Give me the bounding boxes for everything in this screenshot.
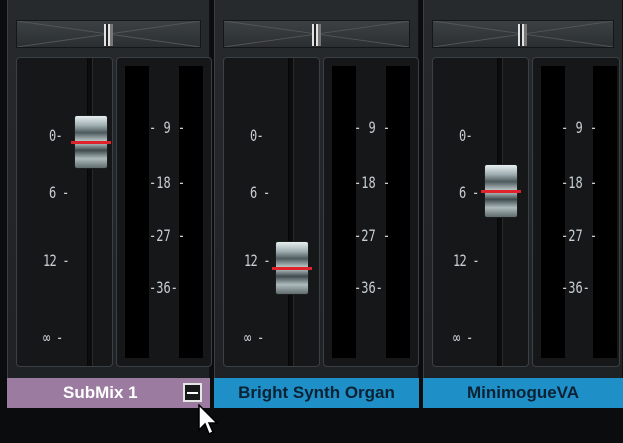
fader-knob[interactable] xyxy=(71,115,111,169)
meter-scale-9: - 9 - xyxy=(561,118,598,137)
fader-knob[interactable] xyxy=(481,164,521,218)
meter-right-channel xyxy=(593,66,617,358)
pan-handle[interactable] xyxy=(103,24,113,46)
fader-track[interactable] xyxy=(87,58,93,366)
channel-strip-bright-synth-organ: 0- 6 - 12 - ∞ - - 9 - -18 - -27 - -36- xyxy=(214,0,419,378)
minimize-icon xyxy=(187,391,198,394)
meter-scale-36: -36- xyxy=(561,278,590,297)
meter-scale-18: -18 - xyxy=(354,173,391,192)
fader-level-indicator xyxy=(272,267,312,270)
fader-scale-12: 12 - xyxy=(43,251,70,270)
level-meter: - 9 - -18 - -27 - -36- xyxy=(116,57,212,367)
pan-handle[interactable] xyxy=(518,24,527,46)
fader-scale-inf: ∞ - xyxy=(244,328,264,347)
pan-handle[interactable] xyxy=(311,24,321,46)
meter-left-channel xyxy=(541,66,565,358)
channel-name-bright-synth-organ[interactable]: Bright Synth Organ xyxy=(214,378,419,408)
meter-scale-18: -18 - xyxy=(149,173,186,192)
meter-left-channel xyxy=(125,66,149,358)
fader-scale-12: 12 - xyxy=(453,251,480,270)
meter-scale-9: - 9 - xyxy=(149,118,186,137)
fader-scale-inf: ∞ - xyxy=(453,328,473,347)
meter-scale-36: -36- xyxy=(354,278,383,297)
level-meter: - 9 - -18 - -27 - -36- xyxy=(532,57,620,367)
pan-slider[interactable] xyxy=(432,20,614,48)
fader-scale-0: 0- xyxy=(459,126,473,145)
fader-panel: 0- 6 - 12 - ∞ - xyxy=(223,57,320,367)
fader-scale-0: 0- xyxy=(49,126,63,145)
pointer-arrow-icon xyxy=(198,404,219,436)
fader-scale-inf: ∞ - xyxy=(43,328,63,347)
fader-level-indicator xyxy=(71,141,111,144)
fader-knob[interactable] xyxy=(272,241,312,295)
meter-scale-18: -18 - xyxy=(561,173,598,192)
meter-scale-27: -27 - xyxy=(149,226,186,245)
level-meter: - 9 - -18 - -27 - -36- xyxy=(323,57,419,367)
channel-strip-minimoguevA: 0- 6 - 12 - ∞ - - 9 - -18 - -27 - -36- xyxy=(423,0,623,378)
meter-scale-27: -27 - xyxy=(354,226,391,245)
meter-scale-36: -36- xyxy=(149,278,178,297)
minimize-button[interactable] xyxy=(183,383,202,402)
fader-scale-6: 6 - xyxy=(250,183,270,202)
meter-scale-9: - 9 - xyxy=(354,118,391,137)
meter-right-channel xyxy=(179,66,203,358)
fader-panel: 0- 6 - 12 - ∞ - xyxy=(432,57,529,367)
fader-level-indicator xyxy=(481,190,521,193)
fader-scale-6: 6 - xyxy=(459,183,479,202)
channel-name-minimoguevA[interactable]: MinimogueVA xyxy=(423,378,623,408)
fader-scale-12: 12 - xyxy=(244,251,271,270)
channel-strip-submix-1: 0- 6 - 12 - ∞ - - 9 - -18 - -27 - -36- xyxy=(7,0,212,378)
meter-left-channel xyxy=(332,66,356,358)
meter-right-channel xyxy=(386,66,410,358)
pan-slider[interactable] xyxy=(223,20,410,48)
fader-scale-6: 6 - xyxy=(49,183,69,202)
channel-name-submix-1[interactable]: SubMix 1 xyxy=(7,378,210,408)
pan-slider[interactable] xyxy=(16,20,201,48)
meter-scale-27: -27 - xyxy=(561,226,598,245)
fader-track[interactable] xyxy=(288,58,294,366)
fader-scale-0: 0- xyxy=(250,126,264,145)
fader-panel: 0- 6 - 12 - ∞ - xyxy=(16,57,113,367)
